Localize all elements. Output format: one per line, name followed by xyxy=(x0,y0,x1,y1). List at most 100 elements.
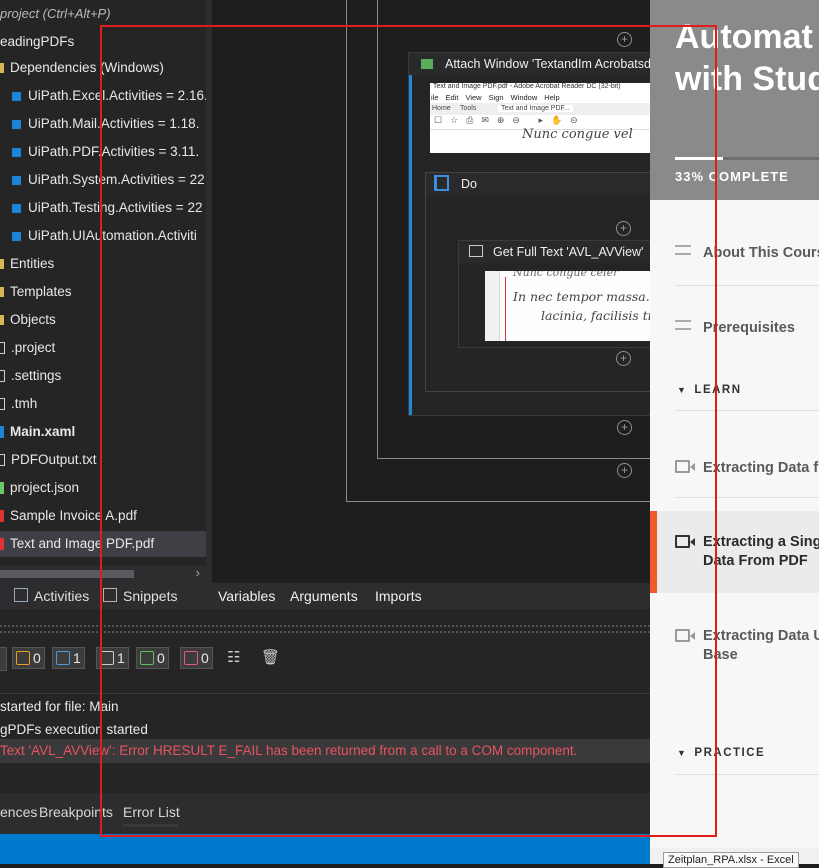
section-learn[interactable]: ▼ LEARN xyxy=(677,384,742,396)
progress-fill xyxy=(675,157,723,160)
tab-imports[interactable]: Imports xyxy=(375,588,422,604)
tree-item[interactable]: Main.xaml xyxy=(0,419,206,445)
tree-item[interactable]: project.json xyxy=(0,475,206,501)
tree-item[interactable]: .tmh xyxy=(0,391,206,417)
package-icon xyxy=(12,175,21,185)
tree-item[interactable]: Text and Image PDF.pdf xyxy=(0,531,206,557)
tab-snippets[interactable]: Snippets xyxy=(103,588,177,604)
pdf-file-icon xyxy=(0,538,4,551)
trace-filter[interactable]: 1 xyxy=(96,647,129,669)
lesson-extracting-single[interactable]: Extracting a Sing Data From PDF xyxy=(650,511,819,593)
taskbar-tooltip: Zeitplan_RPA.xlsx - Excel xyxy=(663,852,799,868)
caret-down-icon: ▼ xyxy=(677,748,688,758)
tree-item[interactable]: .settings xyxy=(0,363,206,389)
tree-item[interactable]: Entities xyxy=(0,251,206,277)
tree-item[interactable]: UiPath.Excel.Activities = 2.16. xyxy=(0,83,206,109)
snippets-icon xyxy=(103,588,117,602)
tab-error-list[interactable]: Error List xyxy=(123,804,180,820)
thumb-menu-item: Help xyxy=(544,93,560,102)
do-sequence[interactable]: Do + Get Full Text 'AVL_AVView' Nunc con… xyxy=(425,172,654,392)
tree-item[interactable]: UiPath.Mail.Activities = 1.18. xyxy=(0,111,206,137)
package-icon xyxy=(12,203,21,213)
tree-item[interactable]: UiPath.UIAutomation.Activiti xyxy=(0,223,206,249)
thumb-menu-item: ile xyxy=(431,93,439,102)
trace-filter-icon xyxy=(100,651,114,665)
status-bar xyxy=(0,834,650,864)
workflow-designer: + Attach Window 'TextandIm Acrobatsd' Te… xyxy=(212,0,654,583)
package-icon xyxy=(12,91,21,101)
output-tabbar: ences Breakpoints Error List xyxy=(0,793,650,834)
lesson-extracting-data[interactable]: Extracting Data f xyxy=(650,450,819,490)
add-activity-icon[interactable]: + xyxy=(616,221,631,236)
lesson-prerequisites[interactable]: Prerequisites xyxy=(650,311,819,347)
caret-down-icon: ▼ xyxy=(677,385,688,395)
tree-item[interactable]: Dependencies (Windows) xyxy=(0,55,206,81)
folder-icon xyxy=(0,315,4,326)
attach-window-activity[interactable]: Attach Window 'TextandIm Acrobatsd' Text… xyxy=(408,52,654,416)
get-full-text-header[interactable]: Get Full Text 'AVL_AVView' xyxy=(459,241,653,263)
thumb-menu-item: Sign xyxy=(488,93,504,102)
course-title: Automat with Stud xyxy=(675,18,819,98)
tree-item[interactable]: PDFOutput.txt xyxy=(0,447,206,473)
tree-item[interactable]: Objects xyxy=(0,307,206,333)
lesson-about[interactable]: About This Cours xyxy=(650,236,819,272)
progress-label: 33% COMPLETE xyxy=(675,169,789,184)
project-root[interactable]: eadingPDFs xyxy=(0,29,206,55)
tree-item[interactable]: Sample Invoice A.pdf xyxy=(0,503,206,529)
get-full-text-activity[interactable]: Get Full Text 'AVL_AVView' Nunc congue c… xyxy=(458,240,654,348)
designer-tabbar: Variables Arguments Imports xyxy=(212,583,650,609)
project-search-hint[interactable]: project (Ctrl+Alt+P) xyxy=(0,6,111,21)
thumb-menu-item: Edit xyxy=(445,93,459,102)
tree-item[interactable]: .project xyxy=(0,335,206,361)
file-icon xyxy=(0,398,5,411)
add-activity-icon[interactable]: + xyxy=(616,351,631,366)
section-practice[interactable]: ▼ PRACTICE xyxy=(677,747,765,759)
tree-item[interactable]: UiPath.Testing.Activities = 22 xyxy=(0,195,206,221)
tree-item[interactable]: UiPath.PDF.Activities = 3.11. xyxy=(0,139,206,165)
json-file-icon xyxy=(0,482,4,495)
tree-item[interactable]: Templates xyxy=(0,279,206,305)
panel-grip[interactable] xyxy=(0,625,650,633)
pdf-file-icon xyxy=(0,510,4,523)
filter-list-icon[interactable]: ☷ xyxy=(227,648,240,666)
add-activity-icon[interactable]: + xyxy=(617,420,632,435)
chevron-right-icon[interactable]: › xyxy=(196,565,200,580)
add-activity-icon[interactable]: + xyxy=(617,463,632,478)
do-header[interactable]: Do xyxy=(426,173,652,195)
course-hero: Automat with Stud 33% COMPLETE xyxy=(650,0,819,200)
lines-icon xyxy=(675,320,691,330)
package-icon xyxy=(12,231,21,241)
warning-filter-icon xyxy=(16,651,30,665)
tab-arguments[interactable]: Arguments xyxy=(290,588,358,604)
warning-filter[interactable]: 0 xyxy=(12,647,45,669)
add-activity-icon[interactable]: + xyxy=(617,32,632,47)
folder-icon xyxy=(0,259,4,270)
file-icon xyxy=(0,342,5,355)
success-filter-icon xyxy=(140,651,154,665)
folder-icon xyxy=(0,63,4,74)
output-panel: 01100 ☷ 🗑 started for file: Main gPDFs e… xyxy=(0,609,650,834)
attach-window-header[interactable]: Attach Window 'TextandIm Acrobatsd' xyxy=(409,53,651,75)
tab-breakpoints[interactable]: Breakpoints xyxy=(39,804,113,820)
info-filter[interactable]: 1 xyxy=(52,647,85,669)
scroll-thumb[interactable] xyxy=(0,570,134,578)
video-icon xyxy=(675,535,695,548)
error-filter[interactable]: 0 xyxy=(180,647,213,669)
package-icon xyxy=(12,147,21,157)
tab-references[interactable]: ences xyxy=(0,804,37,820)
get-text-icon xyxy=(469,245,483,257)
lesson-extracting-data-base[interactable]: Extracting Data U Base xyxy=(650,618,819,668)
tree-item[interactable]: UiPath.System.Activities = 22 xyxy=(0,167,206,193)
window-screenshot: Text and Image PDF.pdf - Adobe Acrobat R… xyxy=(430,83,651,153)
sequence-icon xyxy=(434,175,449,191)
file-icon xyxy=(0,454,5,467)
project-panel: project (Ctrl+Alt+P) eadingPDFs Dependen… xyxy=(0,0,206,583)
tab-activities[interactable]: Activities xyxy=(14,588,89,604)
pdf-screenshot: Nunc congue celer In nec tempor massa. S… xyxy=(485,271,653,341)
trash-icon[interactable]: 🗑 xyxy=(261,648,280,666)
tab-variables[interactable]: Variables xyxy=(218,588,275,604)
thumb-menu-item: View xyxy=(465,93,482,102)
success-filter[interactable]: 0 xyxy=(136,647,169,669)
project-hscroll[interactable]: › xyxy=(0,565,206,583)
video-icon xyxy=(675,629,695,642)
